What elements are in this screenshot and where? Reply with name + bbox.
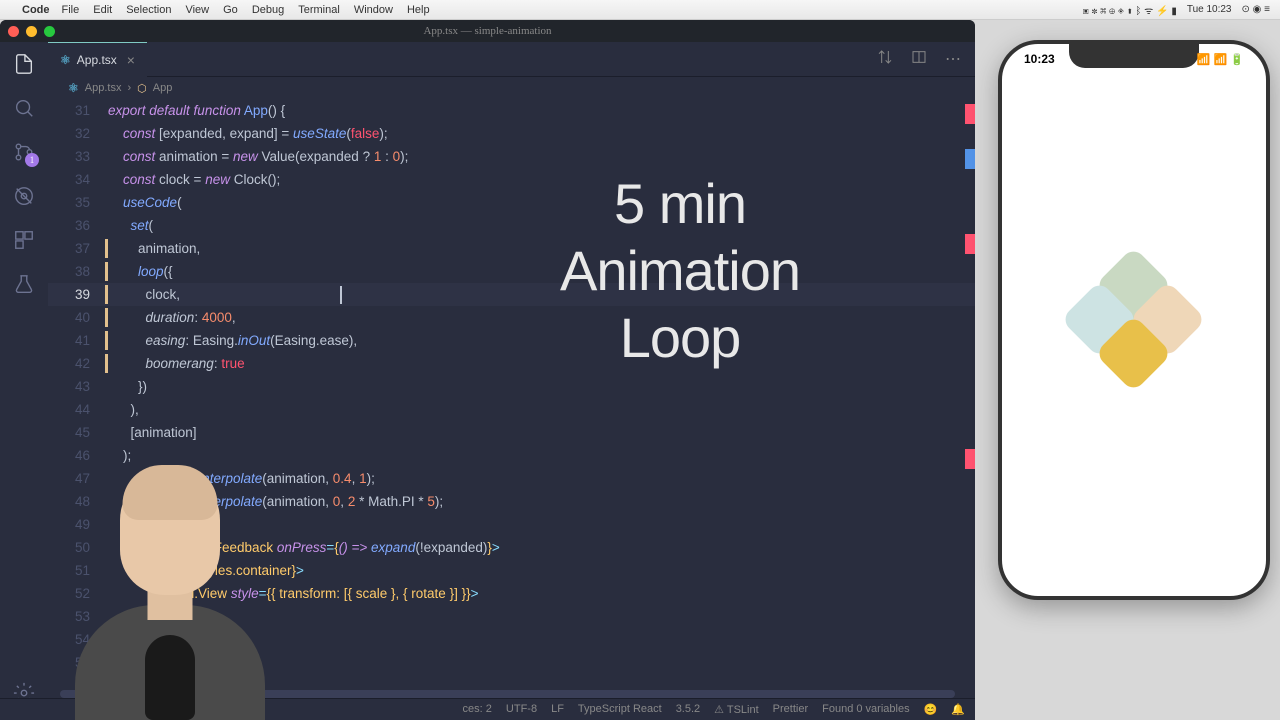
minimize-button[interactable] — [26, 26, 37, 37]
menu-edit[interactable]: Edit — [93, 4, 112, 16]
menu-terminal[interactable]: Terminal — [298, 4, 340, 16]
status-language[interactable]: TypeScript React — [578, 703, 662, 716]
menu-selection[interactable]: Selection — [126, 4, 171, 16]
compare-icon[interactable] — [877, 49, 893, 70]
menu-go[interactable]: Go — [223, 4, 238, 16]
react-file-icon: ⚛ — [60, 53, 71, 67]
menubar-extra-icons[interactable]: ⊙ ◉ ≡ — [1242, 4, 1271, 15]
test-icon[interactable] — [12, 272, 36, 296]
explorer-icon[interactable] — [12, 52, 36, 76]
split-editor-icon[interactable] — [911, 49, 927, 70]
more-actions-icon[interactable]: ⋯ — [945, 49, 961, 70]
tab-label: App.tsx — [77, 53, 117, 67]
status-spaces[interactable]: ces: 2 — [463, 703, 492, 716]
traffic-lights — [8, 26, 55, 37]
breadcrumb[interactable]: ⚛ App.tsx › ⬡ App — [48, 77, 975, 99]
microphone — [145, 635, 195, 720]
overview-ruler[interactable] — [963, 99, 975, 720]
menu-debug[interactable]: Debug — [252, 4, 284, 16]
video-title-overlay: 5 min Animation Loop — [560, 170, 800, 372]
activity-bar: 1 — [0, 42, 48, 720]
status-ts-version[interactable]: 3.5.2 — [676, 703, 700, 716]
menu-view[interactable]: View — [185, 4, 209, 16]
status-tslint[interactable]: ⚠ TSLint — [714, 703, 759, 716]
status-variables[interactable]: Found 0 variables — [822, 703, 909, 716]
scm-badge: 1 — [25, 153, 39, 167]
menu-file[interactable]: File — [62, 4, 80, 16]
status-bell-icon[interactable]: 🔔 — [951, 703, 965, 716]
iphone-simulator[interactable]: 10:23 📶 📶 🔋 — [998, 40, 1270, 600]
macos-menubar: Code File Edit Selection View Go Debug T… — [0, 0, 1280, 20]
search-icon[interactable] — [12, 96, 36, 120]
source-control-icon[interactable]: 1 — [12, 140, 36, 164]
tab-actions: ⋯ — [877, 49, 975, 70]
menu-window[interactable]: Window — [354, 4, 393, 16]
debug-icon[interactable] — [12, 184, 36, 208]
extensions-icon[interactable] — [12, 228, 36, 252]
tab-bar: ⚛ App.tsx × ⋯ — [48, 42, 975, 77]
menubar-right: ▣ ✽ ⌘ ⊕ ◈ ⬆ ᛒ ᯤ ⚡ ▮ Tue 10:23 ⊙ ◉ ≡ — [1083, 3, 1270, 17]
phone-status-icons: 📶 📶 🔋 — [1197, 52, 1244, 66]
status-prettier[interactable]: Prettier — [773, 703, 808, 716]
app-name[interactable]: Code — [22, 4, 50, 16]
status-feedback-icon[interactable]: 😊 — [924, 703, 938, 716]
text-cursor — [340, 286, 342, 304]
phone-time: 10:23 — [1024, 52, 1055, 66]
menu-help[interactable]: Help — [407, 4, 430, 16]
window-title: App.tsx — simple-animation — [423, 25, 551, 37]
menubar-clock[interactable]: Tue 10:23 — [1187, 4, 1232, 15]
window-titlebar[interactable]: App.tsx — simple-animation — [0, 20, 975, 42]
zoom-button[interactable] — [44, 26, 55, 37]
status-encoding[interactable]: UTF-8 — [506, 703, 537, 716]
close-button[interactable] — [8, 26, 19, 37]
tab-close-icon[interactable]: × — [127, 52, 135, 68]
presenter-webcam — [75, 450, 265, 720]
react-file-icon: ⚛ — [68, 81, 79, 95]
menubar-status-icons[interactable]: ▣ ✽ ⌘ ⊕ ◈ ⬆ ᛒ ᯤ ⚡ ▮ — [1083, 3, 1177, 17]
tab-app-tsx[interactable]: ⚛ App.tsx × — [48, 42, 147, 77]
phone-status-bar: 10:23 📶 📶 🔋 — [1002, 52, 1266, 66]
app-logo[interactable] — [1064, 250, 1204, 390]
status-eol[interactable]: LF — [551, 703, 564, 716]
